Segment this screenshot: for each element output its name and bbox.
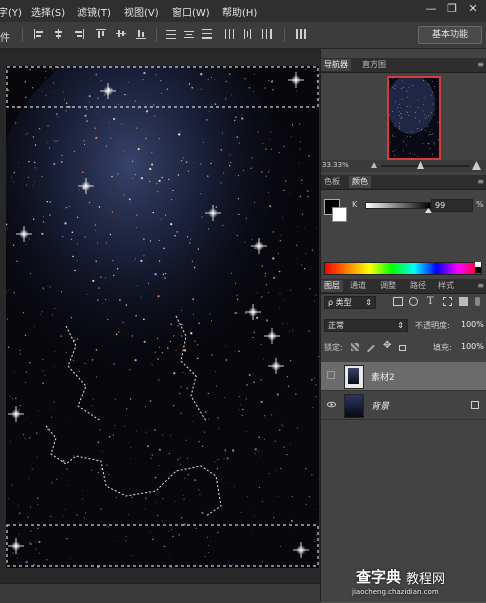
workspace-switcher-button[interactable]: 基本功能 [418, 26, 482, 44]
layers-tabs: 图层 通道 调整 路径 样式 ≡ [321, 279, 486, 294]
options-bar: 件 基本功能 [0, 22, 486, 49]
document-canvas[interactable] [6, 66, 319, 568]
chevron-down-icon: ⇕ [365, 297, 372, 309]
options-divider [156, 28, 157, 42]
close-button[interactable]: ✕ [464, 2, 482, 16]
background-color-swatch[interactable] [332, 207, 347, 222]
distribute-top-icon[interactable] [166, 29, 176, 39]
align-vcenter-icon[interactable] [116, 29, 126, 39]
filter-toggle-icon[interactable] [475, 297, 480, 306]
align-hcenter-icon[interactable] [54, 29, 64, 39]
navigator-thumbnail [389, 78, 439, 158]
color-spectrum-bar[interactable] [324, 262, 482, 275]
filter-smart-object-icon[interactable] [459, 297, 468, 306]
panel-menu-icon[interactable]: ≡ [477, 281, 484, 290]
chevron-down-icon: ⇕ [397, 320, 404, 332]
filter-type-icon[interactable]: T [427, 296, 434, 307]
tab-adjustments[interactable]: 调整 [377, 280, 399, 292]
layer-filter-select[interactable]: ρ 类型 ⇕ [324, 296, 376, 309]
filter-adjustment-icon[interactable] [409, 297, 418, 306]
menu-bar: 字(Y) 选择(S) 滤镜(T) 视图(V) 窗口(W) 帮助(H) — ❐ ✕ [0, 0, 486, 23]
options-divider [284, 28, 285, 42]
distribute-vcenter-icon[interactable] [184, 29, 194, 39]
fill-label: 填充: [433, 342, 452, 353]
navigator-preview[interactable] [387, 76, 441, 160]
options-divider [22, 28, 23, 42]
layer-row[interactable]: 素材2 [321, 362, 486, 391]
lock-move-icon[interactable]: ✥ [383, 340, 391, 351]
navigator-tabs: 导航器 直方图 ≡ [321, 58, 486, 73]
menu-filter[interactable]: 滤镜(T) [77, 4, 111, 19]
tab-color[interactable]: 颜色 [349, 176, 371, 188]
distribute-hcenter-icon[interactable] [242, 29, 252, 39]
spectrum-black-chip[interactable] [475, 267, 481, 273]
menu-window[interactable]: 窗口(W) [172, 4, 210, 19]
document-status-bar [0, 583, 320, 603]
menu-view[interactable]: 视图(V) [124, 4, 159, 19]
lock-icon [471, 401, 479, 409]
zoom-slider-track[interactable] [381, 165, 469, 167]
watermark-brand-suffix: 教程网 [406, 568, 445, 587]
layer-row[interactable]: 背景 [321, 391, 486, 420]
opacity-value[interactable]: 100% [461, 320, 484, 329]
zoom-out-icon[interactable] [371, 162, 377, 168]
tab-styles[interactable]: 样式 [435, 280, 457, 292]
layer-visibility-toggle-hidden[interactable] [327, 371, 335, 379]
watermark-url: jiaocheng.chazidian.com [352, 588, 439, 596]
color-tabs: 色板 颜色 ≡ [321, 175, 486, 190]
auto-align-icon[interactable] [296, 29, 306, 39]
menu-help[interactable]: 帮助(H) [222, 4, 257, 19]
lock-all-icon[interactable] [399, 345, 406, 351]
watermark: 查字典 教程网 jiaocheng.chazidian.com [352, 566, 480, 600]
tab-layers[interactable]: 图层 [321, 280, 343, 292]
panel-menu-icon[interactable]: ≡ [477, 177, 484, 186]
restore-button[interactable]: ❐ [443, 2, 461, 16]
blend-mode-select[interactable]: 正常 ⇕ [324, 319, 408, 332]
panel-menu-icon[interactable]: ≡ [477, 60, 484, 69]
distribute-left-icon[interactable] [224, 29, 234, 39]
watermark-brand: 查字典 [356, 566, 401, 587]
lock-label: 锁定: [324, 342, 343, 353]
layer-thumbnail [344, 365, 364, 389]
distribute-right-icon[interactable] [262, 29, 272, 39]
align-right-icon[interactable] [74, 29, 84, 39]
navigator-zoom-value[interactable]: 33.33% [322, 161, 349, 169]
lock-transparent-icon[interactable] [351, 343, 359, 351]
lock-paint-icon[interactable] [367, 345, 375, 353]
channel-slider-track[interactable] [365, 202, 431, 209]
panel-dock: 导航器 直方图 ≡ 33.33% 色板 颜色 ≡ K 99 % 图层 通道 调整… [320, 49, 486, 602]
tab-swatches[interactable]: 色板 [321, 176, 343, 188]
layer-thumbnail [344, 394, 364, 418]
align-bottom-icon[interactable] [136, 29, 146, 39]
menu-select[interactable]: 选择(S) [31, 4, 65, 19]
filter-shape-icon[interactable] [443, 297, 452, 306]
tab-paths[interactable]: 路径 [407, 280, 429, 292]
filter-pixel-icon[interactable] [393, 297, 403, 306]
align-left-icon[interactable] [34, 29, 44, 39]
starfield-image [6, 66, 319, 568]
layer-filter-label: ρ 类型 [328, 298, 352, 307]
blend-mode-value: 正常 [328, 321, 344, 330]
align-top-icon[interactable] [96, 29, 106, 39]
layer-name[interactable]: 背景 [371, 399, 389, 412]
eye-icon[interactable] [327, 400, 336, 409]
layer-name[interactable]: 素材2 [371, 370, 395, 383]
channel-unit: % [476, 200, 484, 209]
channel-label: K [352, 200, 357, 209]
navigator-zoom-bar: 33.33% [321, 160, 486, 172]
distribute-bottom-icon[interactable] [202, 29, 212, 39]
tab-histogram[interactable]: 直方图 [359, 59, 389, 71]
menu-type[interactable]: 字(Y) [0, 4, 22, 19]
channel-value-field[interactable]: 99 [431, 199, 473, 212]
fill-value[interactable]: 100% [461, 342, 484, 351]
options-left-label: 件 [0, 29, 10, 44]
zoom-in-icon[interactable] [472, 161, 481, 170]
minimize-button[interactable]: — [422, 2, 440, 16]
tab-navigator[interactable]: 导航器 [321, 59, 351, 71]
opacity-label: 不透明度: [415, 320, 450, 331]
tab-channels[interactable]: 通道 [347, 280, 369, 292]
